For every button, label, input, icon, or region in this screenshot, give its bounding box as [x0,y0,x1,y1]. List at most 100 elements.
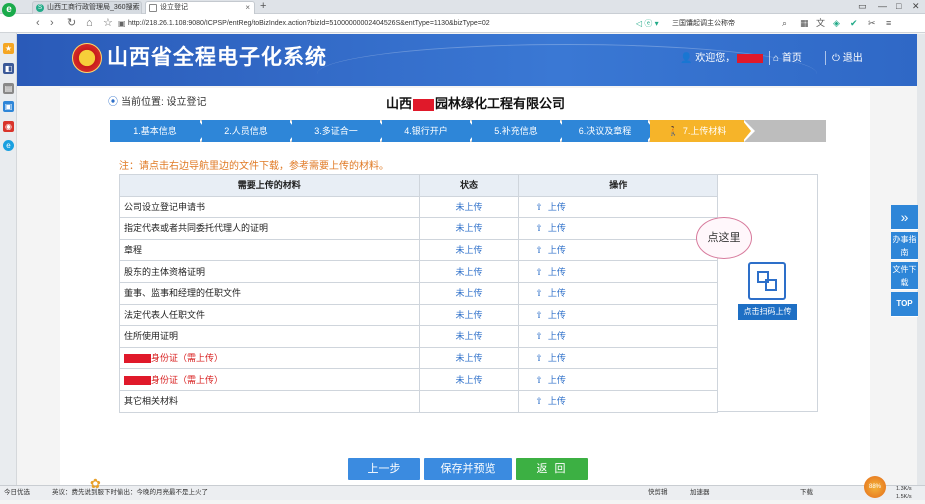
upload-button[interactable]: ⇧ 上传 [518,260,718,283]
column-header: 状态 [418,174,520,197]
back-icon[interactable]: ‹ [36,16,40,30]
tab-label: 山西工商行政管理局_360搜索 [47,4,140,11]
translate-icon[interactable]: 文 [816,17,825,30]
app-icon[interactable]: ◧ [3,63,14,74]
back-button[interactable]: 返 回 [516,458,588,480]
home-link[interactable]: ⌂ 首页 [773,52,802,66]
upload-icon: ⇧ [535,201,543,212]
refresh-icon[interactable]: ↻ [67,16,76,30]
national-emblem-icon [72,43,102,73]
upload-button[interactable]: ⇧ 上传 [518,346,718,370]
materials-table: 需要上传的材料 状态 操作 公司设立登记申请书 未上传 ⇧ 上传 指定代表或者共… [119,174,718,413]
status-item[interactable]: 加速器 [690,486,710,500]
site-info-icon[interactable]: ▣ [118,17,126,31]
home-label: 首页 [781,53,802,64]
table-row: 其它相关材料 ⇧ 上传 [119,389,718,413]
star-icon[interactable]: ★ [3,43,14,54]
status-item[interactable]: 快剪辑 [648,486,668,500]
upload-button[interactable]: ⇧ 上传 [518,389,718,413]
screenshot-icon[interactable]: ✂ [868,17,876,30]
step-resolution[interactable]: 6.决议及章程 [562,120,648,142]
chart-icon[interactable]: ▤ [3,83,14,94]
mascot-icon[interactable]: ✿ [90,476,110,492]
upload-button[interactable]: ⇧ 上传 [518,303,718,327]
upload-icon: ⇧ [535,223,543,234]
table-row: 董事、监事和经理的任职文件 未上传 ⇧ 上传 [119,281,718,305]
guide-link[interactable]: 办事指南 [891,232,918,260]
menu-icon[interactable]: ≡ [886,17,891,30]
table-row: 住所使用证明 未上传 ⇧ 上传 [119,325,718,348]
minimize-icon[interactable]: — [878,0,887,13]
file-download-link[interactable]: 文件下载 [891,262,918,290]
step-bank-account[interactable]: 4.银行开户 [382,120,470,142]
step-supplement[interactable]: 5.补充信息 [472,120,560,142]
favorite-icon[interactable]: ☆ [103,16,113,30]
user-greeting: 👤 欢迎您， [680,52,764,66]
status-item[interactable]: 下载 [800,486,813,500]
new-tab-button[interactable]: + [260,0,266,13]
forward-icon[interactable]: › [50,16,54,30]
material-name: 身份证（需上传） [119,368,420,391]
safe-icon[interactable]: ✔ [850,17,858,30]
speed-orb[interactable]: 88% [864,476,886,498]
home-icon[interactable]: ⌂ [86,16,93,30]
company-name-suffix: 园林绿化工程有限公司 [435,96,566,111]
search-input[interactable]: 三国馕起调主公称帝 [672,17,777,30]
upload-button[interactable]: ⇧ 上传 [518,217,718,240]
scan-upload-button[interactable]: 点击扫码上传 [738,304,797,320]
expand-icon[interactable]: » [891,205,918,230]
browser-sidebar: e ★ ◧ ▤ ▣ ◉ e [0,3,17,485]
material-name: 指定代表或者共同委托代理人的证明 [119,217,420,240]
step-basic-info[interactable]: 1.基本信息 [110,120,200,142]
close-icon[interactable]: × [132,2,137,14]
upload-icon: ⇧ [535,353,543,364]
browser-nav-bar: ‹ › ↻ ⌂ ☆ ▣ http://218.26.1.108:9080/ICP… [0,14,925,33]
previous-step-button[interactable]: 上一步 [348,458,420,480]
extension-icon[interactable]: ▦ [800,17,809,30]
welcome-text: 欢迎您， [695,53,736,64]
step-multi-cert[interactable]: 3.多证合一 [292,120,380,142]
tab-registration[interactable]: 设立登记 × [145,1,255,14]
back-to-top-button[interactable]: TOP [891,292,918,317]
step-personnel[interactable]: 2.人员信息 [202,120,290,142]
browser-icon[interactable]: e [3,140,14,151]
redacted-person-name [124,354,151,364]
address-bar[interactable]: http://218.26.1.108:9080/ICPSP/entReg/to… [128,17,628,30]
right-scroll-gutter [917,34,925,486]
step-progress: 1.基本信息 2.人员信息 3.多证合一 4.银行开户 5.补充信息 6.决议及… [110,120,826,142]
redacted-username [737,53,764,63]
news-ticker[interactable]: 英议：费先说到服下时偷出：今晚的月亮最不是上火了 [52,486,252,500]
table-row: 法定代表人任职文件 未上传 ⇧ 上传 [119,303,718,327]
step-upload[interactable]: 🚶 7.上传材料 [650,120,744,142]
column-header: 操作 [518,174,718,197]
upload-button[interactable]: ⇧ 上传 [518,325,718,348]
site-header: 山西省全程电子化系统 👤 欢迎您， ⌂ 首页 ⏻ 退出 [17,34,917,86]
document-icon[interactable]: ▣ [3,101,14,112]
location-pin-icon: ⦿ [108,97,118,108]
upload-button[interactable]: ⇧ 上传 [518,238,718,262]
maximize-icon[interactable]: □ [896,0,901,13]
shield-icon[interactable]: ◈ [833,17,840,30]
breadcrumb-text: 当前位置: 设立登记 [121,97,207,108]
status-left[interactable]: 今日优选 [4,486,30,500]
restore-icon[interactable]: ▭ [858,0,867,13]
upload-status: 未上传 [418,303,520,327]
exit-link[interactable]: ⏻ 退出 [832,52,863,66]
material-name: 公司设立登记申请书 [119,195,420,219]
upload-button[interactable]: ⇧ 上传 [518,195,718,219]
upload-status: 未上传 [418,325,520,348]
upload-icon: ⇧ [535,266,543,277]
compat-mode-icon[interactable]: ◁ ⓔ ▾ [636,17,659,30]
speed-down: 1.5K/s [896,494,912,500]
upload-button[interactable]: ⇧ 上传 [518,281,718,305]
qr-code-icon[interactable] [748,262,786,300]
redacted-company-part [413,98,435,111]
close-icon[interactable]: × [245,2,250,14]
save-preview-button[interactable]: 保存并预览 [424,458,512,480]
material-name: 章程 [119,238,420,262]
tab-search[interactable]: S 山西工商行政管理局_360搜索 × [32,1,142,14]
upload-button[interactable]: ⇧ 上传 [518,368,718,391]
close-window-icon[interactable]: ✕ [912,0,920,13]
search-icon[interactable]: ⌕ [782,17,787,30]
game-icon[interactable]: ◉ [3,121,14,132]
